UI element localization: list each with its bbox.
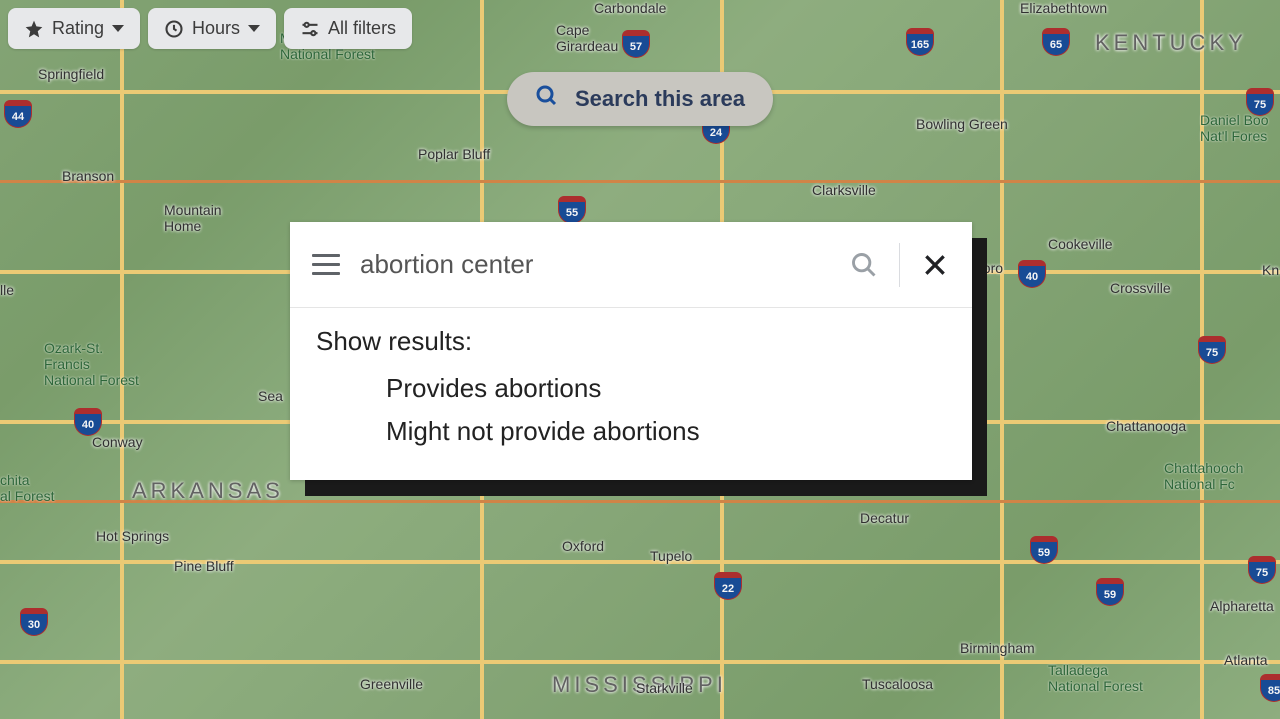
city-label: Bowling Green: [916, 116, 1008, 132]
interstate-shield: 59: [1030, 536, 1058, 564]
state-label: ARKANSAS: [132, 478, 284, 504]
forest-label: Ozark-St.FrancisNational Forest: [44, 340, 139, 388]
interstate-shield: 65: [1042, 28, 1070, 56]
all-filters-label: All filters: [328, 18, 396, 39]
star-icon: [24, 19, 44, 39]
interstate-shield: 75: [1246, 88, 1274, 116]
city-label: Kn: [1262, 262, 1279, 278]
interstate-shield: 165: [906, 28, 934, 56]
city-label: Conway: [92, 434, 143, 450]
city-label: Atlanta: [1224, 652, 1268, 668]
interstate-shield: 59: [1096, 578, 1124, 606]
hours-filter-label: Hours: [192, 18, 240, 39]
interstate-shield: 22: [714, 572, 742, 600]
forest-label: ChattahoochNational Fc: [1164, 460, 1243, 492]
city-label: CapeGirardeau: [556, 22, 618, 54]
city-label: Decatur: [860, 510, 909, 526]
interstate-shield: 75: [1248, 556, 1276, 584]
city-label: Carbondale: [594, 0, 666, 16]
rating-filter-label: Rating: [52, 18, 104, 39]
city-label: Tupelo: [650, 548, 692, 564]
search-this-area-label: Search this area: [575, 86, 745, 112]
search-input[interactable]: [360, 249, 829, 280]
city-label: Greenville: [360, 676, 423, 692]
all-filters-button[interactable]: All filters: [284, 8, 412, 49]
close-button[interactable]: [920, 250, 950, 280]
city-label: lle: [0, 282, 14, 298]
search-this-area-button[interactable]: Search this area: [507, 72, 773, 126]
search-icon: [535, 84, 559, 114]
state-label: KENTUCKY: [1095, 30, 1247, 56]
city-label: Birmingham: [960, 640, 1035, 656]
divider: [899, 243, 900, 287]
hours-filter-button[interactable]: Hours: [148, 8, 276, 49]
result-option-might-not[interactable]: Might not provide abortions: [316, 410, 946, 453]
city-label: Starkville: [636, 680, 693, 696]
city-label: Cookeville: [1048, 236, 1113, 252]
forest-label: TalladegaNational Forest: [1048, 662, 1143, 694]
rating-filter-button[interactable]: Rating: [8, 8, 140, 49]
clock-icon: [164, 19, 184, 39]
search-modal: Show results: Provides abortions Might n…: [290, 222, 972, 480]
chevron-down-icon: [112, 25, 124, 32]
city-label: Oxford: [562, 538, 604, 554]
sliders-icon: [300, 19, 320, 39]
city-label: Sea: [258, 388, 283, 404]
search-button[interactable]: [849, 250, 879, 280]
city-label: Elizabethtown: [1020, 0, 1107, 16]
interstate-shield: 44: [4, 100, 32, 128]
interstate-shield: 40: [1018, 260, 1046, 288]
results-area: Show results: Provides abortions Might n…: [290, 308, 972, 471]
results-title: Show results:: [316, 326, 946, 357]
interstate-shield: 55: [558, 196, 586, 224]
city-label: Pine Bluff: [174, 558, 234, 574]
city-label: MountainHome: [164, 202, 222, 234]
interstate-shield: 57: [622, 30, 650, 58]
city-label: Clarksville: [812, 182, 876, 198]
forest-label: Daniel BooNat'l Fores: [1200, 112, 1269, 144]
interstate-shield: 40: [74, 408, 102, 436]
interstate-shield: 30: [20, 608, 48, 636]
city-label: Hot Springs: [96, 528, 169, 544]
search-row: [290, 222, 972, 308]
city-label: Tuscaloosa: [862, 676, 933, 692]
forest-label: chitaal Forest: [0, 472, 54, 504]
city-label: Springfield: [38, 66, 104, 82]
city-label: Crossville: [1110, 280, 1171, 296]
interstate-shield: 85: [1260, 674, 1280, 702]
interstate-shield: 75: [1198, 336, 1226, 364]
city-label: Poplar Bluff: [418, 146, 490, 162]
filter-bar: Rating Hours All filters: [8, 8, 412, 49]
menu-button[interactable]: [312, 254, 340, 275]
city-label: Chattanooga: [1106, 418, 1186, 434]
city-label: Branson: [62, 168, 114, 184]
result-option-provides[interactable]: Provides abortions: [316, 367, 946, 410]
city-label: Alpharetta: [1210, 598, 1274, 614]
chevron-down-icon: [248, 25, 260, 32]
